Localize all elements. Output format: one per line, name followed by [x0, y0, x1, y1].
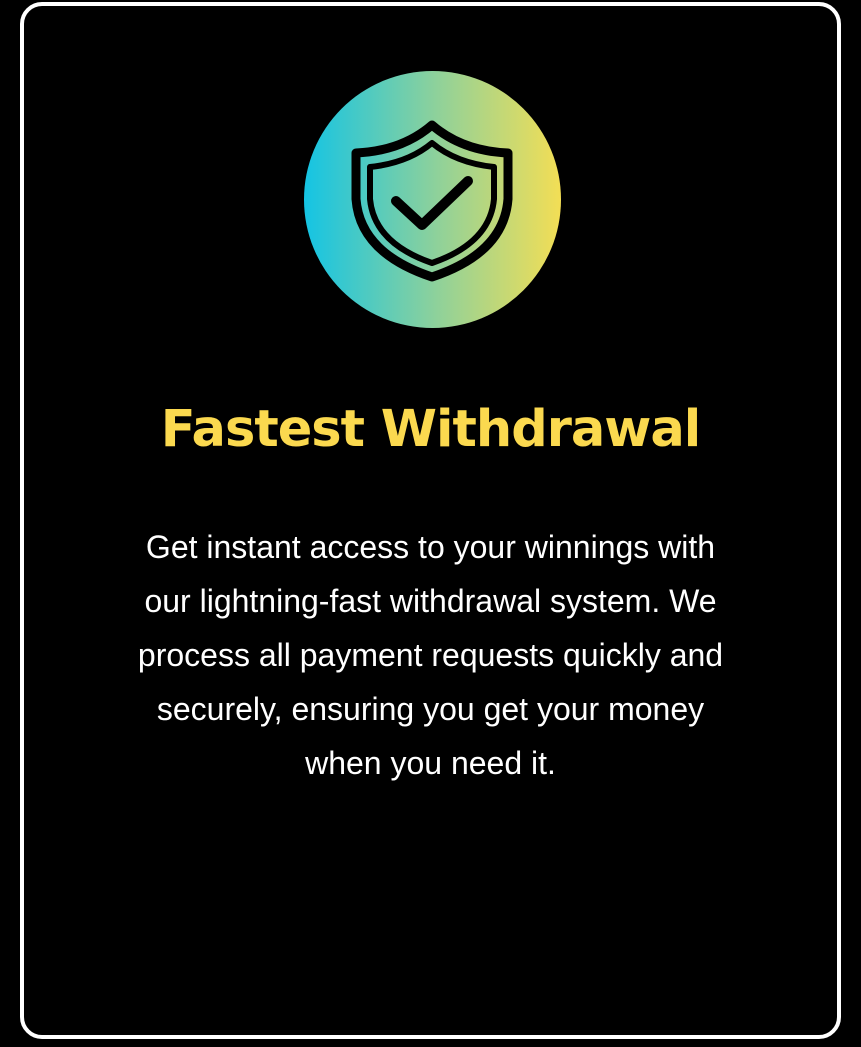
feature-description: Get instant access to your winnings with…: [137, 529, 724, 781]
shield-check-icon: [351, 120, 513, 282]
icon-badge: [304, 71, 561, 328]
feature-title: Fastest Withdrawal: [160, 400, 702, 459]
